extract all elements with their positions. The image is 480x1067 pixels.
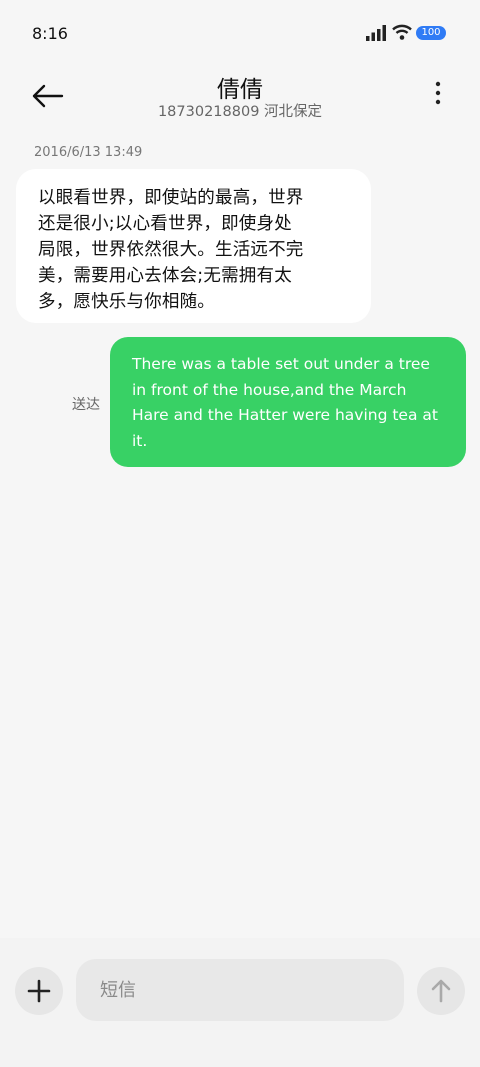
incoming-message-bubble[interactable]: 以眼看世界，即使站的最高，世界 还是很小;以心看世界，即使身处 局限，世界依然很…	[16, 169, 371, 323]
add-attachment-button[interactable]	[15, 967, 63, 1015]
message-line: 以眼看世界，即使站的最高，世界	[38, 188, 304, 208]
contact-name: 倩倩	[217, 77, 263, 103]
message-line: it.	[132, 431, 148, 450]
message-line: 美，需要用心去体会;无需拥有太	[38, 266, 292, 286]
message-line: in front of the house,and the March	[132, 380, 407, 399]
message-line: 局限，世界依然很大。生活远不完	[38, 240, 304, 260]
battery-icon: 100	[416, 26, 446, 40]
message-line: 多，愿快乐与你相随。	[38, 292, 215, 312]
status-bar: 8:16 100	[0, 0, 480, 62]
send-arrow-up-icon	[431, 979, 451, 1003]
delivery-status: 送达	[72, 397, 100, 413]
more-button[interactable]	[432, 80, 444, 110]
message-line: There was a table set out under a tree	[132, 355, 430, 373]
wifi-icon	[392, 24, 412, 40]
signal-icon	[366, 25, 386, 41]
send-button[interactable]	[417, 967, 465, 1015]
message-line: Hare and the Hatter were having tea at	[132, 406, 438, 424]
compose-bar	[0, 938, 480, 1067]
message-input[interactable]	[76, 959, 404, 1021]
status-icons: 100	[366, 22, 450, 44]
conversation-header: 倩倩 18730218809 河北保定	[0, 62, 480, 132]
message-line: 还是很小;以心看世界，即使身处	[38, 214, 292, 234]
more-vertical-icon	[435, 81, 441, 105]
contact-subtitle: 18730218809 河北保定	[157, 104, 323, 120]
status-time: 8:16	[32, 24, 68, 43]
plus-icon	[27, 979, 51, 1003]
message-timestamp: 2016/6/13 13:49	[34, 145, 143, 160]
outgoing-message-bubble[interactable]: There was a table set out under a tree i…	[110, 337, 466, 467]
